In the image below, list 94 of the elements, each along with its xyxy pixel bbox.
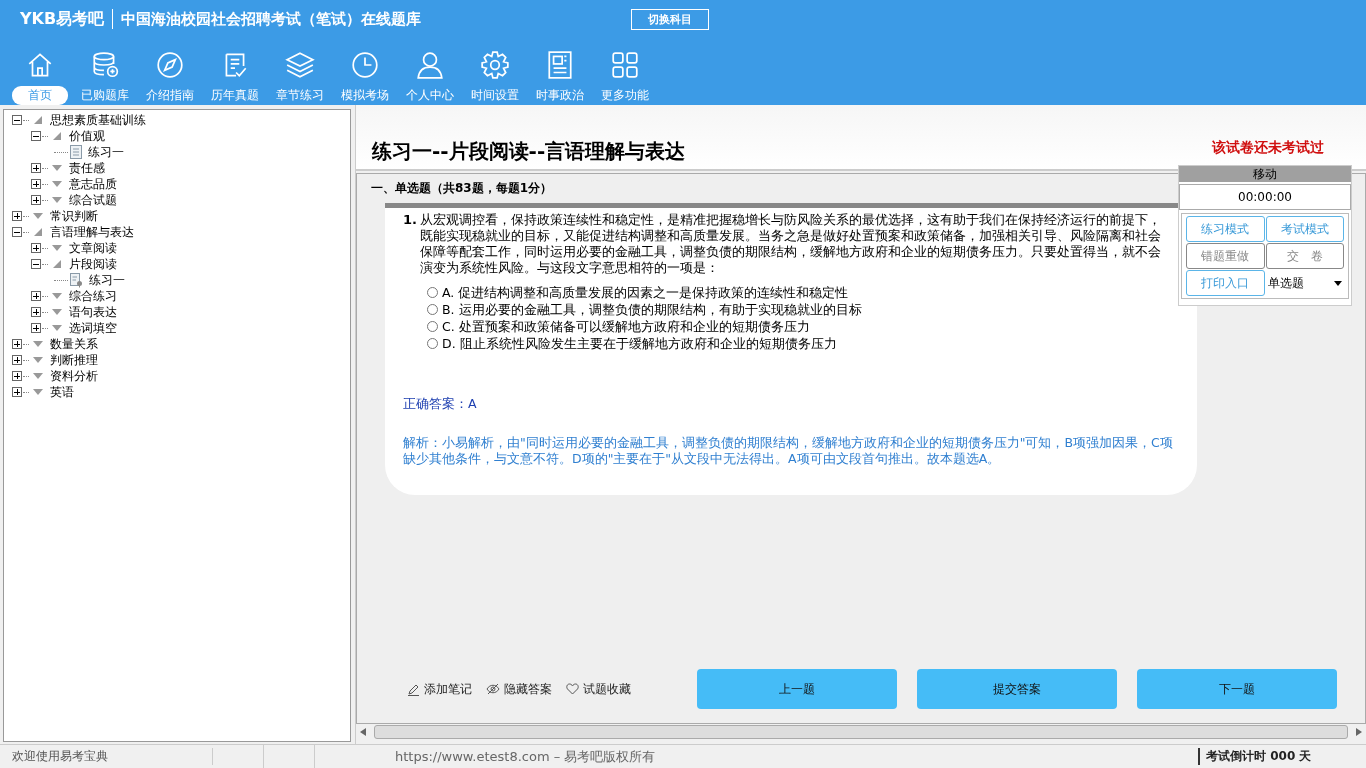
nav-icon[interactable] — [609, 50, 640, 80]
option-text[interactable]: B. 运用必要的金融工具，调整负债的期限结构，有助于实现稳就业的目标 — [442, 301, 862, 318]
tree-item[interactable]: 意志品质 — [69, 175, 117, 193]
collapse-toggle[interactable] — [12, 115, 22, 125]
expand-toggle[interactable] — [31, 307, 41, 317]
nav-icon[interactable] — [414, 50, 445, 80]
triangle-icon — [51, 179, 63, 189]
question-number: 1. — [403, 212, 417, 229]
triangle-icon — [51, 259, 63, 269]
expand-toggle[interactable] — [31, 195, 41, 205]
triangle-icon — [51, 131, 63, 141]
expand-toggle[interactable] — [31, 163, 41, 173]
tree-item[interactable]: 综合练习 — [69, 287, 117, 305]
expand-toggle[interactable] — [12, 339, 22, 349]
tree-item[interactable]: 价值观 — [69, 127, 105, 145]
nav-icon[interactable] — [154, 50, 185, 80]
app-title: 中国海油校园社会招聘考试（笔试）在线题库 — [121, 9, 422, 29]
expand-toggle[interactable] — [31, 179, 41, 189]
toolbar-link[interactable]: 添加笔记 — [407, 680, 472, 698]
tree-item[interactable]: 判断推理 — [50, 351, 98, 369]
nav-icon[interactable] — [349, 50, 380, 80]
triangle-icon — [32, 387, 44, 397]
tree-item[interactable]: 文章阅读 — [69, 239, 117, 257]
dropdown-caret-icon — [1334, 280, 1342, 286]
nav-icon[interactable] — [284, 50, 315, 80]
expand-toggle[interactable] — [31, 323, 41, 333]
tree-item[interactable]: 语句表达 — [69, 303, 117, 321]
app-logo: YKB易考吧 — [20, 8, 105, 30]
triangle-icon — [32, 115, 44, 125]
radio-button[interactable] — [427, 321, 438, 332]
panel-drag-bar[interactable]: 移动 — [1179, 166, 1351, 182]
radio-button[interactable] — [427, 338, 438, 349]
scroll-right-icon[interactable] — [1356, 728, 1362, 736]
correct-answer: 正确答案：A — [403, 396, 478, 413]
triangle-icon — [51, 163, 63, 173]
tree-item[interactable]: 英语 — [50, 383, 74, 401]
scroll-left-icon[interactable] — [360, 728, 366, 736]
nav-question-button[interactable]: 提交答案 — [917, 669, 1117, 709]
toolbar-link[interactable]: 试题收藏 — [566, 680, 631, 698]
tree-item[interactable]: 数量关系 — [50, 335, 98, 353]
timer-display: 00:00:00 — [1179, 184, 1351, 210]
expand-toggle[interactable] — [12, 211, 22, 221]
tree-item[interactable]: 选词填空 — [69, 319, 117, 337]
panel-button[interactable]: 交 卷 — [1265, 243, 1344, 269]
option-text[interactable]: A. 促进结构调整和高质量发展的因素之一是保持政策的连续性和稳定性 — [442, 284, 849, 301]
expand-toggle[interactable] — [12, 371, 22, 381]
radio-button[interactable] — [427, 304, 438, 315]
option-text[interactable]: D. 阻止系统性风险发生主要在于缓解地方政府和企业的短期债务压力 — [442, 335, 837, 352]
question-text: 从宏观调控看，保持政策连续性和稳定性，是精准把握稳增长与防风险关系的最优选择，这有助于我们在保持经济运行的前提下，既能实现稳就业的目标，又能促进结构调整和高质量发展。当务之急是做好处置预案和政策储备，加强相关引导、风险隔离和社会保障等配套工作，同时运用必要的金融工具，调整负债的期限结构，缓解地方政府和企业的短期债务压力。只要处置得当，就不会演变为系统性风险。与这段文字意思相符的一项是： — [420, 212, 1162, 276]
paper-title: 练习一--片段阅读--言语理解与表达 — [372, 138, 686, 165]
section-heading: 一、单选题（共83题，每题1分） — [371, 180, 553, 197]
nav-icon[interactable] — [479, 50, 510, 80]
triangle-icon — [51, 291, 63, 301]
radio-button[interactable] — [427, 287, 438, 298]
document-pin-icon — [70, 272, 83, 288]
tree-item[interactable]: 资料分析 — [50, 367, 98, 385]
collapse-toggle[interactable] — [31, 259, 41, 269]
triangle-icon — [32, 355, 44, 365]
answer-analysis: 解析：小易解析，由"同时运用必要的金融工具，调整负债的期限结构，缓解地方政府和企业的短期债务压力"可知，B项强加因果，C项缺少其他条件，与文意不符。D项的"主要在于"从文段中无法得出。A项可由文段首句推出。故本题选A。 — [403, 435, 1173, 467]
expand-toggle[interactable] — [12, 387, 22, 397]
option-text[interactable]: C. 处置预案和政策储备可以缓解地方政府和企业的短期债务压力 — [442, 318, 810, 335]
tree-item[interactable]: 综合试题 — [69, 191, 117, 209]
triangle-icon — [32, 371, 44, 381]
triangle-icon — [51, 307, 63, 317]
panel-button[interactable]: 错题重做 — [1186, 243, 1265, 269]
document-icon — [70, 145, 82, 159]
welcome-text: 欢迎使用易考宝典 — [0, 748, 213, 765]
collapse-toggle[interactable] — [31, 131, 41, 141]
nav-question-button[interactable]: 下一题 — [1137, 669, 1337, 709]
collapse-toggle[interactable] — [12, 227, 22, 237]
tree-item[interactable]: 言语理解与表达 — [50, 223, 134, 241]
tree-item[interactable]: 常识判断 — [50, 207, 98, 225]
triangle-icon — [32, 211, 44, 221]
tree-item[interactable]: 片段阅读 — [69, 255, 117, 273]
expand-toggle[interactable] — [31, 291, 41, 301]
copyright-text: https://www.etest8.com – 易考吧版权所有 — [395, 747, 656, 766]
heart-icon — [566, 683, 579, 695]
triangle-icon — [51, 323, 63, 333]
triangle-icon — [51, 195, 63, 205]
expand-toggle[interactable] — [12, 355, 22, 365]
exam-countdown: 考试倒计时 000 天 — [1198, 748, 1366, 765]
toolbar-link[interactable]: 隐藏答案 — [486, 680, 552, 698]
tree-item[interactable]: 练习一 — [88, 143, 124, 161]
exam-status: 该试卷还未考试过 — [1212, 139, 1324, 157]
nav-question-button[interactable]: 上一题 — [697, 669, 897, 709]
tree-item[interactable]: 思想素质基础训练 — [50, 111, 146, 129]
triangle-icon — [32, 339, 44, 349]
tree-item[interactable]: 练习一 — [89, 271, 125, 289]
triangle-icon — [32, 227, 44, 237]
expand-toggle[interactable] — [31, 243, 41, 253]
pencil-icon — [407, 682, 420, 696]
triangle-icon — [51, 243, 63, 253]
tree-item[interactable]: 责任感 — [69, 159, 105, 177]
eye-slash-icon — [486, 683, 500, 695]
